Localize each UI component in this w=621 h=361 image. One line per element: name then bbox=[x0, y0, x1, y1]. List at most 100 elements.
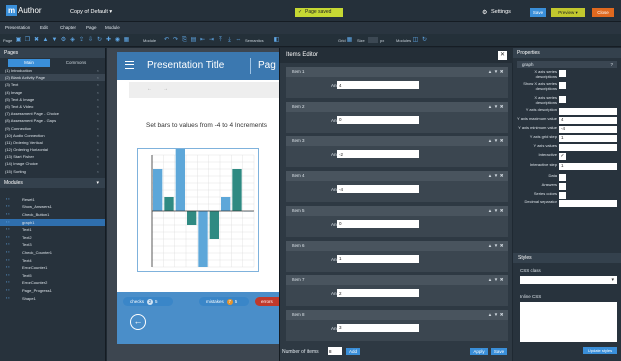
property-checkbox[interactable]: ✓ bbox=[559, 153, 566, 160]
bar-6[interactable] bbox=[209, 211, 219, 239]
page-item[interactable]: (10) Audio Connection bbox=[0, 132, 105, 139]
module-item[interactable]: Shape1 bbox=[0, 295, 105, 303]
copy-module-icon[interactable]: ⎘ bbox=[181, 37, 188, 44]
align-bottom-icon[interactable]: ⤓ bbox=[226, 37, 233, 44]
item-delete-icon[interactable]: ✖ bbox=[500, 173, 505, 178]
apply-button[interactable]: Apply bbox=[470, 348, 488, 355]
grid-size-input[interactable] bbox=[368, 37, 378, 43]
item-delete-icon[interactable]: ✖ bbox=[500, 69, 505, 74]
property-input[interactable]: 4 bbox=[559, 117, 617, 124]
property-checkbox[interactable] bbox=[559, 82, 566, 89]
help-icon[interactable]: ? bbox=[610, 61, 613, 68]
item-header[interactable]: Item 2 ▲▼✖ bbox=[286, 101, 508, 112]
property-checkbox[interactable] bbox=[559, 96, 566, 103]
item-header[interactable]: Item 7 ▲▼✖ bbox=[286, 275, 508, 286]
preview-button[interactable]: Preview ▾ bbox=[551, 8, 585, 17]
property-checkbox[interactable] bbox=[559, 174, 566, 181]
page-item[interactable]: (4) Image bbox=[0, 89, 105, 96]
answer-input[interactable] bbox=[337, 115, 419, 124]
inline-css-textarea[interactable] bbox=[520, 302, 617, 342]
item-header[interactable]: Item 6 ▲▼✖ bbox=[286, 240, 508, 251]
answer-input[interactable] bbox=[337, 81, 419, 89]
add-button[interactable]: Add bbox=[346, 348, 360, 355]
close-button[interactable]: Close bbox=[592, 8, 614, 17]
module-item[interactable]: Check_Counter1 bbox=[0, 249, 105, 257]
page-item[interactable]: (2) Blank Activity Page bbox=[0, 74, 105, 82]
delete-page-icon[interactable]: ✖ bbox=[33, 37, 40, 44]
tab-main[interactable]: Main bbox=[8, 59, 50, 67]
modules-refresh-icon[interactable]: ↻ bbox=[421, 37, 428, 44]
module-item-selected[interactable]: graph1 bbox=[0, 218, 105, 227]
module-item[interactable]: Show_Answers1 bbox=[0, 203, 105, 211]
page-view-icon[interactable]: ◉ bbox=[114, 37, 121, 44]
modules-view-icon[interactable]: ◫ bbox=[412, 37, 419, 44]
redo-icon[interactable]: ↷ bbox=[172, 37, 179, 44]
move-up-icon[interactable]: ▲ bbox=[42, 37, 49, 44]
item-header[interactable]: Item 8 ▲▼✖ bbox=[286, 309, 508, 320]
bar-7[interactable] bbox=[221, 197, 231, 211]
module-item[interactable]: Text4 bbox=[0, 257, 105, 265]
bar-graph[interactable] bbox=[138, 149, 258, 271]
answer-input[interactable] bbox=[337, 254, 419, 263]
align-left-icon[interactable]: ⇤ bbox=[199, 37, 206, 44]
gear-icon[interactable]: ⚙ bbox=[482, 9, 487, 16]
item-header[interactable]: Item 1 ▲▼✖ bbox=[286, 67, 508, 77]
document-title[interactable]: Copy of Default ▾ bbox=[70, 9, 112, 15]
page-item[interactable]: (9) Connection bbox=[0, 125, 105, 132]
page-add-chapter-icon[interactable]: ✚ bbox=[105, 37, 112, 44]
bar-1[interactable] bbox=[153, 169, 163, 211]
item-delete-icon[interactable]: ✖ bbox=[500, 138, 505, 143]
grid-icon[interactable]: ▦ bbox=[346, 37, 353, 44]
page-item[interactable]: (1) Introduction bbox=[0, 67, 105, 74]
property-input[interactable] bbox=[559, 200, 617, 207]
paste-module-icon[interactable]: ▤ bbox=[190, 37, 197, 44]
move-down-icon[interactable]: ▼ bbox=[51, 37, 58, 44]
module-item[interactable]: Text2 bbox=[0, 234, 105, 242]
back-arrow-icon[interactable]: ← bbox=[130, 314, 146, 330]
update-styles-button[interactable]: Update styles bbox=[583, 347, 617, 354]
menu-page[interactable]: Page bbox=[86, 25, 97, 30]
menu-edit[interactable]: Edit bbox=[40, 25, 48, 30]
prev-arrow-icon[interactable]: ← bbox=[147, 86, 152, 92]
module-item[interactable]: Text3 bbox=[0, 241, 105, 249]
property-input[interactable]: -4 bbox=[559, 126, 617, 133]
menu-presentation[interactable]: Presentation bbox=[5, 25, 30, 30]
undo-icon[interactable]: ↶ bbox=[163, 37, 170, 44]
add-page-icon[interactable]: ▣ bbox=[15, 37, 22, 44]
menu-module[interactable]: Module bbox=[105, 25, 120, 30]
property-checkbox[interactable] bbox=[559, 70, 566, 77]
module-item[interactable]: Page_Progress1 bbox=[0, 287, 105, 295]
menu-chapter[interactable]: Chapter bbox=[60, 25, 76, 30]
semantics-icon[interactable]: ◧ bbox=[273, 37, 280, 44]
answer-input[interactable] bbox=[337, 185, 419, 194]
page-export-icon[interactable]: ⇪ bbox=[78, 37, 85, 44]
page-item[interactable]: (13) Start Fisher bbox=[0, 153, 105, 160]
item-header[interactable]: Item 3 ▲▼✖ bbox=[286, 136, 508, 147]
property-checkbox[interactable] bbox=[559, 183, 566, 190]
property-input[interactable] bbox=[559, 144, 617, 151]
page-settings-icon[interactable]: ⚙ bbox=[60, 37, 67, 44]
module-item[interactable]: Reset1 bbox=[0, 196, 105, 204]
chevron-down-icon[interactable]: ▾ bbox=[96, 178, 99, 188]
property-input[interactable]: 1 bbox=[559, 163, 617, 170]
module-id-field[interactable]: graph? bbox=[517, 61, 617, 68]
module-item[interactable]: Text5 bbox=[0, 272, 105, 280]
tab-commons[interactable]: Commons bbox=[54, 59, 98, 67]
bar-2[interactable] bbox=[164, 197, 174, 211]
close-icon[interactable]: ✕ bbox=[498, 51, 507, 60]
editor-save-button[interactable]: Save bbox=[491, 348, 507, 355]
bar-3[interactable] bbox=[175, 149, 185, 211]
module-item[interactable]: ErrorCounter2 bbox=[0, 279, 105, 287]
page-import-icon[interactable]: ⇩ bbox=[87, 37, 94, 44]
next-arrow-icon[interactable]: → bbox=[163, 86, 168, 92]
settings-link[interactable]: Settings bbox=[491, 9, 511, 15]
property-checkbox[interactable] bbox=[559, 192, 566, 199]
page-item[interactable]: (6) Text & Video bbox=[0, 103, 105, 110]
align-top-icon[interactable]: ⤒ bbox=[217, 37, 224, 44]
bar-4[interactable] bbox=[187, 211, 197, 225]
page-item[interactable]: (5) Text & Image bbox=[0, 96, 105, 103]
module-item[interactable]: Check_Button1 bbox=[0, 211, 105, 219]
module-item[interactable]: Text1 bbox=[0, 226, 105, 234]
page-item[interactable]: (3) Text bbox=[0, 81, 105, 88]
answer-input[interactable] bbox=[337, 219, 419, 228]
